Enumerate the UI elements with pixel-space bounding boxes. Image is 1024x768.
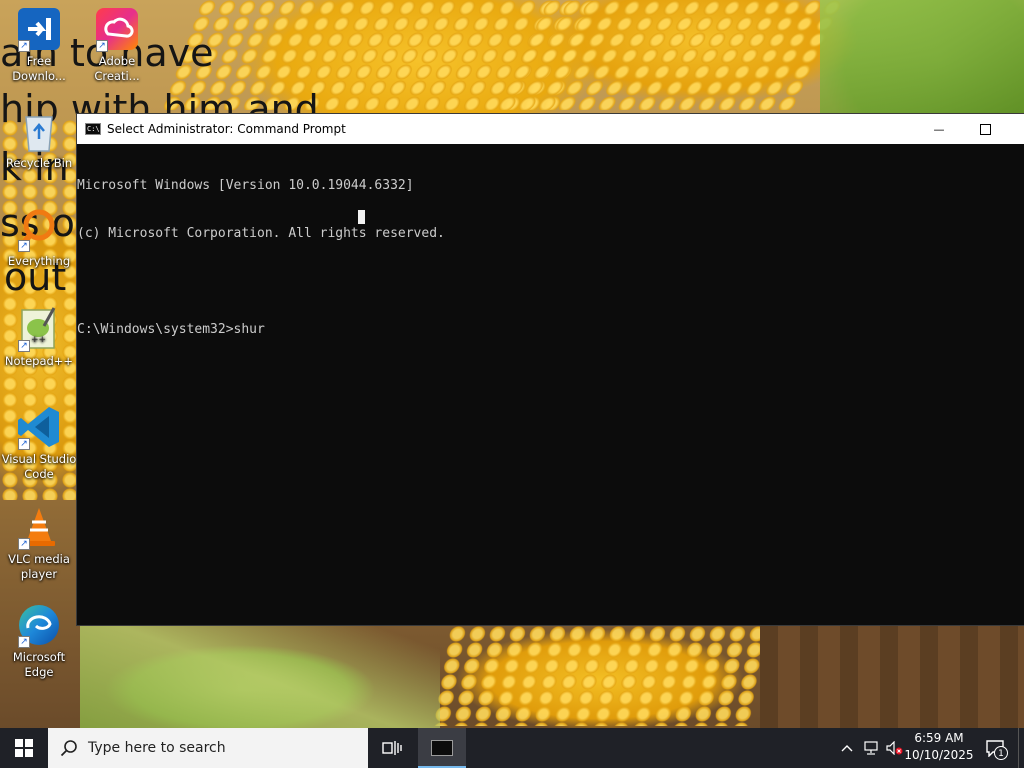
- task-view-icon: [382, 741, 402, 755]
- task-view-button[interactable]: [368, 728, 416, 768]
- clock-time: 6:59 AM: [914, 731, 964, 745]
- shortcut-arrow-icon: ↗: [96, 40, 108, 52]
- wallpaper-husk-bottom: [80, 626, 440, 728]
- desktop-icon-vlc[interactable]: ↗ VLC media player: [0, 504, 78, 582]
- shortcut-arrow-icon: ↗: [18, 40, 30, 52]
- taskbar: Type here to search 6:59 AM 10/10/2025 1: [0, 728, 1024, 768]
- desktop-icon-label: Adobe Creati...: [94, 54, 140, 83]
- volume-button[interactable]: [884, 728, 906, 768]
- wallpaper-husk-right: [820, 0, 1024, 114]
- adobe-creative-cloud-icon: ↗: [94, 6, 140, 52]
- console-output[interactable]: Microsoft Windows [Version 10.0.19044.63…: [77, 144, 1024, 370]
- shortcut-arrow-icon: ↗: [18, 538, 30, 550]
- wallpaper-corn-top-right: [494, 0, 846, 110]
- search-placeholder: Type here to search: [88, 740, 226, 756]
- window-title: Select Administrator: Command Prompt: [107, 122, 346, 136]
- minimize-icon: —: [933, 122, 945, 136]
- everything-search-icon: ↗: [16, 206, 62, 252]
- desktop-icon-vscode[interactable]: ↗ Visual Studio Code: [0, 404, 78, 482]
- desktop-icon-edge[interactable]: ↗ Microsoft Edge: [0, 602, 78, 680]
- command-prompt-window[interactable]: C:\. Select Administrator: Command Promp…: [77, 114, 1024, 625]
- console-line: Microsoft Windows [Version 10.0.19044.63…: [77, 178, 414, 193]
- action-center-button[interactable]: 1: [980, 728, 1010, 768]
- desktop-icon-label: Notepad++: [4, 354, 74, 368]
- desktop-icon-everything[interactable]: ↗ Everything: [0, 206, 78, 269]
- start-button[interactable]: [0, 728, 48, 768]
- maximize-button[interactable]: [962, 114, 1008, 144]
- desktop-icon-recycle-bin[interactable]: Recycle Bin: [0, 108, 78, 171]
- chevron-up-icon: [841, 745, 853, 752]
- desktop-icon-label: Recycle Bin: [5, 156, 73, 170]
- vlc-icon: ↗: [16, 504, 62, 550]
- volume-muted-icon: [886, 741, 903, 755]
- wallpaper-corn-bottom: [431, 626, 769, 726]
- desktop-icon-notepad-plus-plus[interactable]: ++ ↗ Notepad++: [0, 306, 78, 369]
- notification-count-badge: 1: [994, 746, 1008, 760]
- taskbar-search-box[interactable]: Type here to search: [48, 728, 368, 768]
- desktop-icon-free-download-manager[interactable]: ↗ Free Downlo...: [0, 6, 78, 84]
- show-desktop-button[interactable]: [1018, 728, 1024, 768]
- network-icon: [864, 741, 878, 755]
- shortcut-arrow-icon: ↗: [18, 438, 30, 450]
- taskbar-app-command-prompt[interactable]: [418, 728, 466, 768]
- minimize-button[interactable]: —: [916, 114, 962, 144]
- console-prompt-line: C:\Windows\system32>shur: [77, 322, 265, 337]
- shortcut-arrow-icon: ↗: [18, 340, 30, 352]
- wallpaper-wood: [760, 626, 1024, 728]
- shortcut-arrow-icon: ↗: [18, 636, 30, 648]
- free-download-manager-icon: ↗: [16, 6, 62, 52]
- shortcut-arrow-icon: ↗: [18, 240, 30, 252]
- search-icon: [60, 740, 77, 757]
- text-cursor: [358, 210, 365, 224]
- command-prompt-icon[interactable]: C:\.: [85, 123, 104, 135]
- network-button[interactable]: [860, 728, 882, 768]
- desktop-icon-label: VLC media player: [8, 552, 70, 581]
- maximize-icon: [979, 123, 991, 135]
- title-bar[interactable]: C:\. Select Administrator: Command Promp…: [77, 114, 1024, 144]
- taskbar-clock[interactable]: 6:59 AM 10/10/2025: [904, 730, 974, 764]
- desktop-icon-label: Free Downlo...: [12, 54, 66, 83]
- edge-icon: ↗: [16, 602, 62, 648]
- vscode-icon: ↗: [16, 404, 62, 450]
- desktop-icon-adobe-creative-cloud[interactable]: ↗ Adobe Creati...: [78, 6, 156, 84]
- notepad-plus-plus-icon: ++ ↗: [16, 306, 62, 352]
- desktop-icon-label: Everything: [7, 254, 71, 268]
- command-prompt-taskbar-icon: [431, 740, 453, 756]
- desktop-icon-label: Microsoft Edge: [12, 650, 66, 679]
- show-hidden-icons-button[interactable]: [836, 728, 858, 768]
- console-line: (c) Microsoft Corporation. All rights re…: [77, 226, 445, 241]
- windows-logo-icon: [15, 739, 33, 757]
- desktop-icon-label: Visual Studio Code: [1, 452, 77, 481]
- clock-date: 10/10/2025: [904, 748, 974, 762]
- recycle-bin-icon: [16, 108, 62, 154]
- svg-text:++: ++: [31, 335, 46, 345]
